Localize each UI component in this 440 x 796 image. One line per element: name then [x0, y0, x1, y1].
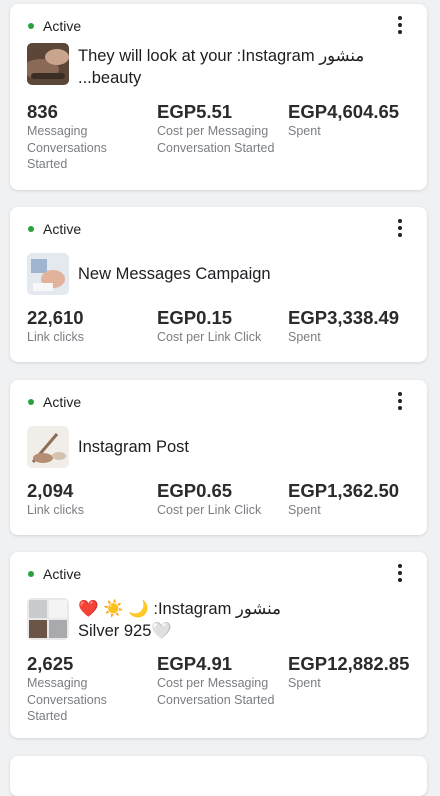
- metric-value: EGP0.65: [157, 480, 233, 501]
- title-line: Instagram Post: [78, 438, 189, 456]
- campaign-title[interactable]: ❤️ ☀️ 🌙 :Instagram منشور Silver 925🤍: [78, 598, 407, 642]
- metric-label: Link clicks: [27, 503, 84, 517]
- metric-value: 2,625: [27, 653, 74, 674]
- status-indicator: Active: [28, 18, 81, 34]
- title-line: ❤️ ☀️ 🌙 :Instagram منشور: [78, 600, 281, 618]
- metric-value: 2,094: [27, 480, 74, 501]
- metric-spent: EGP4,604.65 Spent: [288, 101, 418, 140]
- title-line: Silver 925🤍: [78, 622, 172, 640]
- metric-label: Link clicks: [27, 330, 84, 344]
- more-options-icon[interactable]: [395, 219, 405, 237]
- metric-value: EGP3,338.49: [288, 307, 400, 328]
- campaign-card[interactable]: Active Instagram Post 2,094 Link clicks …: [10, 380, 427, 535]
- metric-label: Spent: [288, 503, 321, 517]
- title-line: They will look at your :Instagram منشور: [78, 47, 365, 65]
- metric-value: EGP4.91: [157, 653, 233, 674]
- ad-thumbnail: [27, 598, 69, 640]
- metric-cost: EGP5.51 Cost per Messaging Conversation …: [157, 101, 282, 156]
- status-label: Active: [43, 566, 82, 582]
- status-indicator: Active: [28, 566, 81, 582]
- status-label: Active: [43, 394, 82, 410]
- active-dot-icon: [28, 399, 34, 405]
- metric-label: Messaging Conversations Started: [27, 676, 107, 723]
- metric-value: EGP5.51: [157, 101, 233, 122]
- metric-label: Spent: [288, 330, 321, 344]
- campaign-card-partial[interactable]: [10, 756, 427, 796]
- metric-results: 22,610 Link clicks: [27, 307, 152, 346]
- title-line: New Messages Campaign: [78, 265, 271, 283]
- metric-label: Cost per Link Click: [157, 330, 262, 344]
- metric-label: Spent: [288, 676, 321, 690]
- metric-label: Messaging Conversations Started: [27, 124, 107, 171]
- metric-spent: EGP1,362.50 Spent: [288, 480, 418, 519]
- metric-value: 836: [27, 101, 58, 122]
- status-indicator: Active: [28, 221, 81, 237]
- more-options-icon[interactable]: [395, 16, 405, 34]
- metric-value: EGP4,604.65: [288, 101, 400, 122]
- ad-thumbnail: [27, 253, 69, 295]
- metric-results: 2,094 Link clicks: [27, 480, 152, 519]
- metric-label: Cost per Link Click: [157, 503, 262, 517]
- status-label: Active: [43, 18, 82, 34]
- active-dot-icon: [28, 23, 34, 29]
- campaign-title[interactable]: They will look at your :Instagram منشور …: [78, 45, 407, 89]
- more-options-icon[interactable]: [395, 564, 405, 582]
- metric-spent: EGP12,882.85 Spent: [288, 653, 410, 692]
- metric-cost: EGP4.91 Cost per Messaging Conversation …: [157, 653, 282, 708]
- active-dot-icon: [28, 571, 34, 577]
- metric-value: EGP1,362.50: [288, 480, 400, 501]
- campaign-title[interactable]: New Messages Campaign: [78, 263, 407, 285]
- metric-cost: EGP0.15 Cost per Link Click: [157, 307, 287, 346]
- metric-results: 2,625 Messaging Conversations Started: [27, 653, 152, 725]
- metric-label: Cost per Messaging Conversation Started: [157, 676, 275, 707]
- campaign-title[interactable]: Instagram Post: [78, 436, 407, 458]
- ad-thumbnail: [27, 426, 69, 468]
- active-dot-icon: [28, 226, 34, 232]
- campaign-card[interactable]: Active They will look at your :Instagram…: [10, 4, 427, 190]
- metric-label: Cost per Messaging Conversation Started: [157, 124, 275, 155]
- metric-value: EGP12,882.85: [288, 653, 410, 674]
- status-indicator: Active: [28, 394, 81, 410]
- more-options-icon[interactable]: [395, 392, 405, 410]
- metric-cost: EGP0.65 Cost per Link Click: [157, 480, 287, 519]
- campaign-card[interactable]: Active ❤️ ☀️ 🌙 :Instagram منشور Silver 9…: [10, 552, 427, 738]
- ad-thumbnail: [27, 43, 69, 85]
- campaign-card[interactable]: Active New Messages Campaign 22,610 Link…: [10, 207, 427, 362]
- metric-value: EGP0.15: [157, 307, 233, 328]
- metric-value: 22,610: [27, 307, 84, 328]
- metric-results: 836 Messaging Conversations Started: [27, 101, 152, 173]
- metric-label: Spent: [288, 124, 321, 138]
- status-label: Active: [43, 221, 82, 237]
- metric-spent: EGP3,338.49 Spent: [288, 307, 418, 346]
- title-line: ...beauty: [78, 69, 142, 87]
